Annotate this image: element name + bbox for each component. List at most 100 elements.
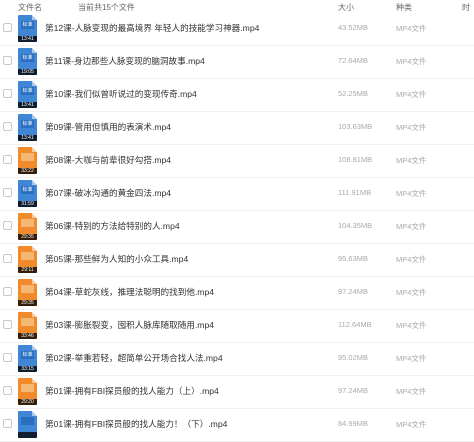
page-fold-icon: [32, 147, 37, 152]
video-file-icon[interactable]: [18, 411, 37, 438]
row-checkbox[interactable]: [3, 56, 12, 65]
duration-badge: 13:41: [18, 102, 37, 108]
video-file-icon[interactable]: 33:46: [18, 312, 37, 339]
column-header-kind[interactable]: 种类: [396, 2, 412, 13]
file-size: 72.64MB: [338, 56, 369, 65]
file-row[interactable]: 29:20 第01课-拥有FBI探员般的找人能力（上）.mp4 97.24MB MP4…: [0, 376, 474, 409]
video-file-icon[interactable]: 29:35: [18, 279, 37, 306]
file-row[interactable]: 标准 13:41 第12课-人脉变现的最高境界 年轻人的技能学习神器.mp4 43.5…: [0, 13, 474, 46]
file-name[interactable]: 第03课-膨胀裂变，囤积人脉库随取随用.mp4: [45, 319, 214, 331]
file-kind: MP4文件: [396, 57, 427, 66]
row-checkbox[interactable]: [3, 23, 12, 32]
page-fold-icon: [32, 345, 37, 350]
video-file-icon[interactable]: 标准 13:41: [18, 15, 37, 42]
file-kind: MP4文件: [396, 387, 427, 396]
video-file-icon[interactable]: 标准 13:41: [18, 114, 37, 141]
row-checkbox[interactable]: [3, 221, 12, 230]
thumbnail-label: [21, 318, 34, 326]
page-fold-icon: [32, 180, 37, 185]
file-name[interactable]: 第07课-破冰沟通的黄金四法.mp4: [45, 187, 171, 199]
file-count-label: 当前共15个文件: [78, 3, 135, 12]
video-file-icon[interactable]: 标准 31:59: [18, 180, 37, 207]
file-row[interactable]: 标准 13:41 第09课-管用但慎用的表演术.mp4 103.63MB MP4文件: [0, 112, 474, 145]
file-kind: MP4文件: [396, 90, 427, 99]
file-list: 标准 13:41 第12课-人脉变现的最高境界 年轻人的技能学习神器.mp4 43.5…: [0, 13, 474, 442]
file-row[interactable]: 29:35 第04课-草蛇灰线，推理法聪明的找到他.mp4 97.24MB MP4文件: [0, 277, 474, 310]
row-checkbox[interactable]: [3, 89, 12, 98]
file-row[interactable]: 29:11 第05课-那些鲜为人知的小众工具.mp4 95.63MB MP4文件: [0, 244, 474, 277]
video-file-icon[interactable]: 29:35: [18, 213, 37, 240]
thumbnail-label: [21, 384, 34, 392]
file-size: 52.25MB: [338, 89, 369, 98]
file-name[interactable]: 第06课-特别的方法给特别的人.mp4: [45, 220, 180, 232]
page-fold-icon: [32, 411, 37, 416]
file-name[interactable]: 第01课-拥有FBI探员般的找人能力！（下）.mp4: [45, 418, 227, 430]
file-row[interactable]: 33:22 第08课-大咖与前辈很好勾搭.mp4 108.81MB MP4文件: [0, 145, 474, 178]
file-name[interactable]: 第09课-管用但慎用的表演术.mp4: [45, 121, 171, 133]
video-file-icon[interactable]: 标准 13:41: [18, 81, 37, 108]
page-fold-icon: [32, 15, 37, 20]
file-size: 43.52MB: [338, 23, 369, 32]
column-header-time[interactable]: 时: [462, 2, 470, 13]
row-checkbox[interactable]: [3, 353, 12, 362]
page-fold-icon: [32, 81, 37, 86]
column-header-name[interactable]: 文件名: [18, 2, 42, 13]
file-name[interactable]: 第10课-我们似曾听说过的变现传奇.mp4: [45, 88, 197, 100]
duration-badge: 29:35: [18, 234, 37, 240]
video-file-icon[interactable]: 标准 19:05: [18, 48, 37, 75]
file-name[interactable]: 第08课-大咖与前辈很好勾搭.mp4: [45, 154, 171, 166]
file-kind: MP4文件: [396, 288, 427, 297]
thumbnail-label: 标准: [21, 21, 34, 29]
file-name[interactable]: 第12课-人脉变现的最高境界 年轻人的技能学习神器.mp4: [45, 22, 259, 34]
file-row[interactable]: 33:46 第03课-膨胀裂变，囤积人脉库随取随用.mp4 112.64MB MP4文…: [0, 310, 474, 343]
file-name[interactable]: 第05课-那些鲜为人知的小众工具.mp4: [45, 253, 188, 265]
row-checkbox[interactable]: [3, 320, 12, 329]
video-file-icon[interactable]: 29:20: [18, 378, 37, 405]
row-checkbox[interactable]: [3, 155, 12, 164]
thumbnail-label: 标准: [21, 186, 34, 194]
file-size: 112.64MB: [338, 320, 372, 329]
file-size: 97.24MB: [338, 386, 369, 395]
duration-badge: 33:22: [18, 168, 37, 174]
file-name[interactable]: 第02课-举重若轻，超简单公开场合找人法.mp4: [45, 352, 223, 364]
thumbnail-label: 标准: [21, 120, 34, 128]
duration-badge: 29:35: [18, 300, 37, 306]
thumbnail-label: 标准: [21, 351, 34, 359]
file-row[interactable]: 标准 13:41 第10课-我们似曾听说过的变现传奇.mp4 52.25MB MP4文件: [0, 79, 474, 112]
file-kind: MP4文件: [396, 420, 427, 429]
video-file-icon[interactable]: 标准 33:15: [18, 345, 37, 372]
file-row[interactable]: 第01课-拥有FBI探员般的找人能力！（下）.mp4 84.99MB MP4文件: [0, 409, 474, 442]
row-checkbox[interactable]: [3, 122, 12, 131]
thumbnail-label: [21, 285, 34, 293]
file-row[interactable]: 标准 31:59 第07课-破冰沟通的黄金四法.mp4 111.91MB MP4文件: [0, 178, 474, 211]
row-checkbox[interactable]: [3, 386, 12, 395]
page-fold-icon: [32, 48, 37, 53]
video-file-icon[interactable]: 33:22: [18, 147, 37, 174]
row-checkbox[interactable]: [3, 188, 12, 197]
duration-badge: [18, 432, 37, 438]
thumbnail-label: 标准: [21, 54, 34, 62]
file-kind: MP4文件: [396, 321, 427, 330]
file-kind: MP4文件: [396, 189, 427, 198]
file-name[interactable]: 第01课-拥有FBI探员般的找人能力（上）.mp4: [45, 385, 219, 397]
page-fold-icon: [32, 279, 37, 284]
file-list-header: 文件名 当前共15个文件 大小 种类 时: [0, 0, 474, 14]
file-row[interactable]: 标准 33:15 第02课-举重若轻，超简单公开场合找人法.mp4 95.02MB MP…: [0, 343, 474, 376]
file-kind: MP4文件: [396, 255, 427, 264]
file-name[interactable]: 第04课-草蛇灰线，推理法聪明的找到他.mp4: [45, 286, 214, 298]
file-name[interactable]: 第11课-身边那些人脉变现的脑洞故事.mp4: [45, 55, 205, 67]
page-fold-icon: [32, 213, 37, 218]
page-fold-icon: [32, 114, 37, 119]
file-size: 111.91MB: [338, 188, 372, 197]
video-file-icon[interactable]: 29:11: [18, 246, 37, 273]
file-size: 97.24MB: [338, 287, 369, 296]
row-checkbox[interactable]: [3, 254, 12, 263]
row-checkbox[interactable]: [3, 287, 12, 296]
thumbnail-label: [21, 153, 34, 161]
page-fold-icon: [32, 246, 37, 251]
file-row[interactable]: 标准 19:05 第11课-身边那些人脉变现的脑洞故事.mp4 72.64MB MP4文…: [0, 46, 474, 79]
thumbnail-label: [21, 219, 34, 227]
column-header-size[interactable]: 大小: [338, 2, 354, 13]
file-row[interactable]: 29:35 第06课-特别的方法给特别的人.mp4 104.35MB MP4文件: [0, 211, 474, 244]
duration-badge: 19:05: [18, 69, 37, 75]
